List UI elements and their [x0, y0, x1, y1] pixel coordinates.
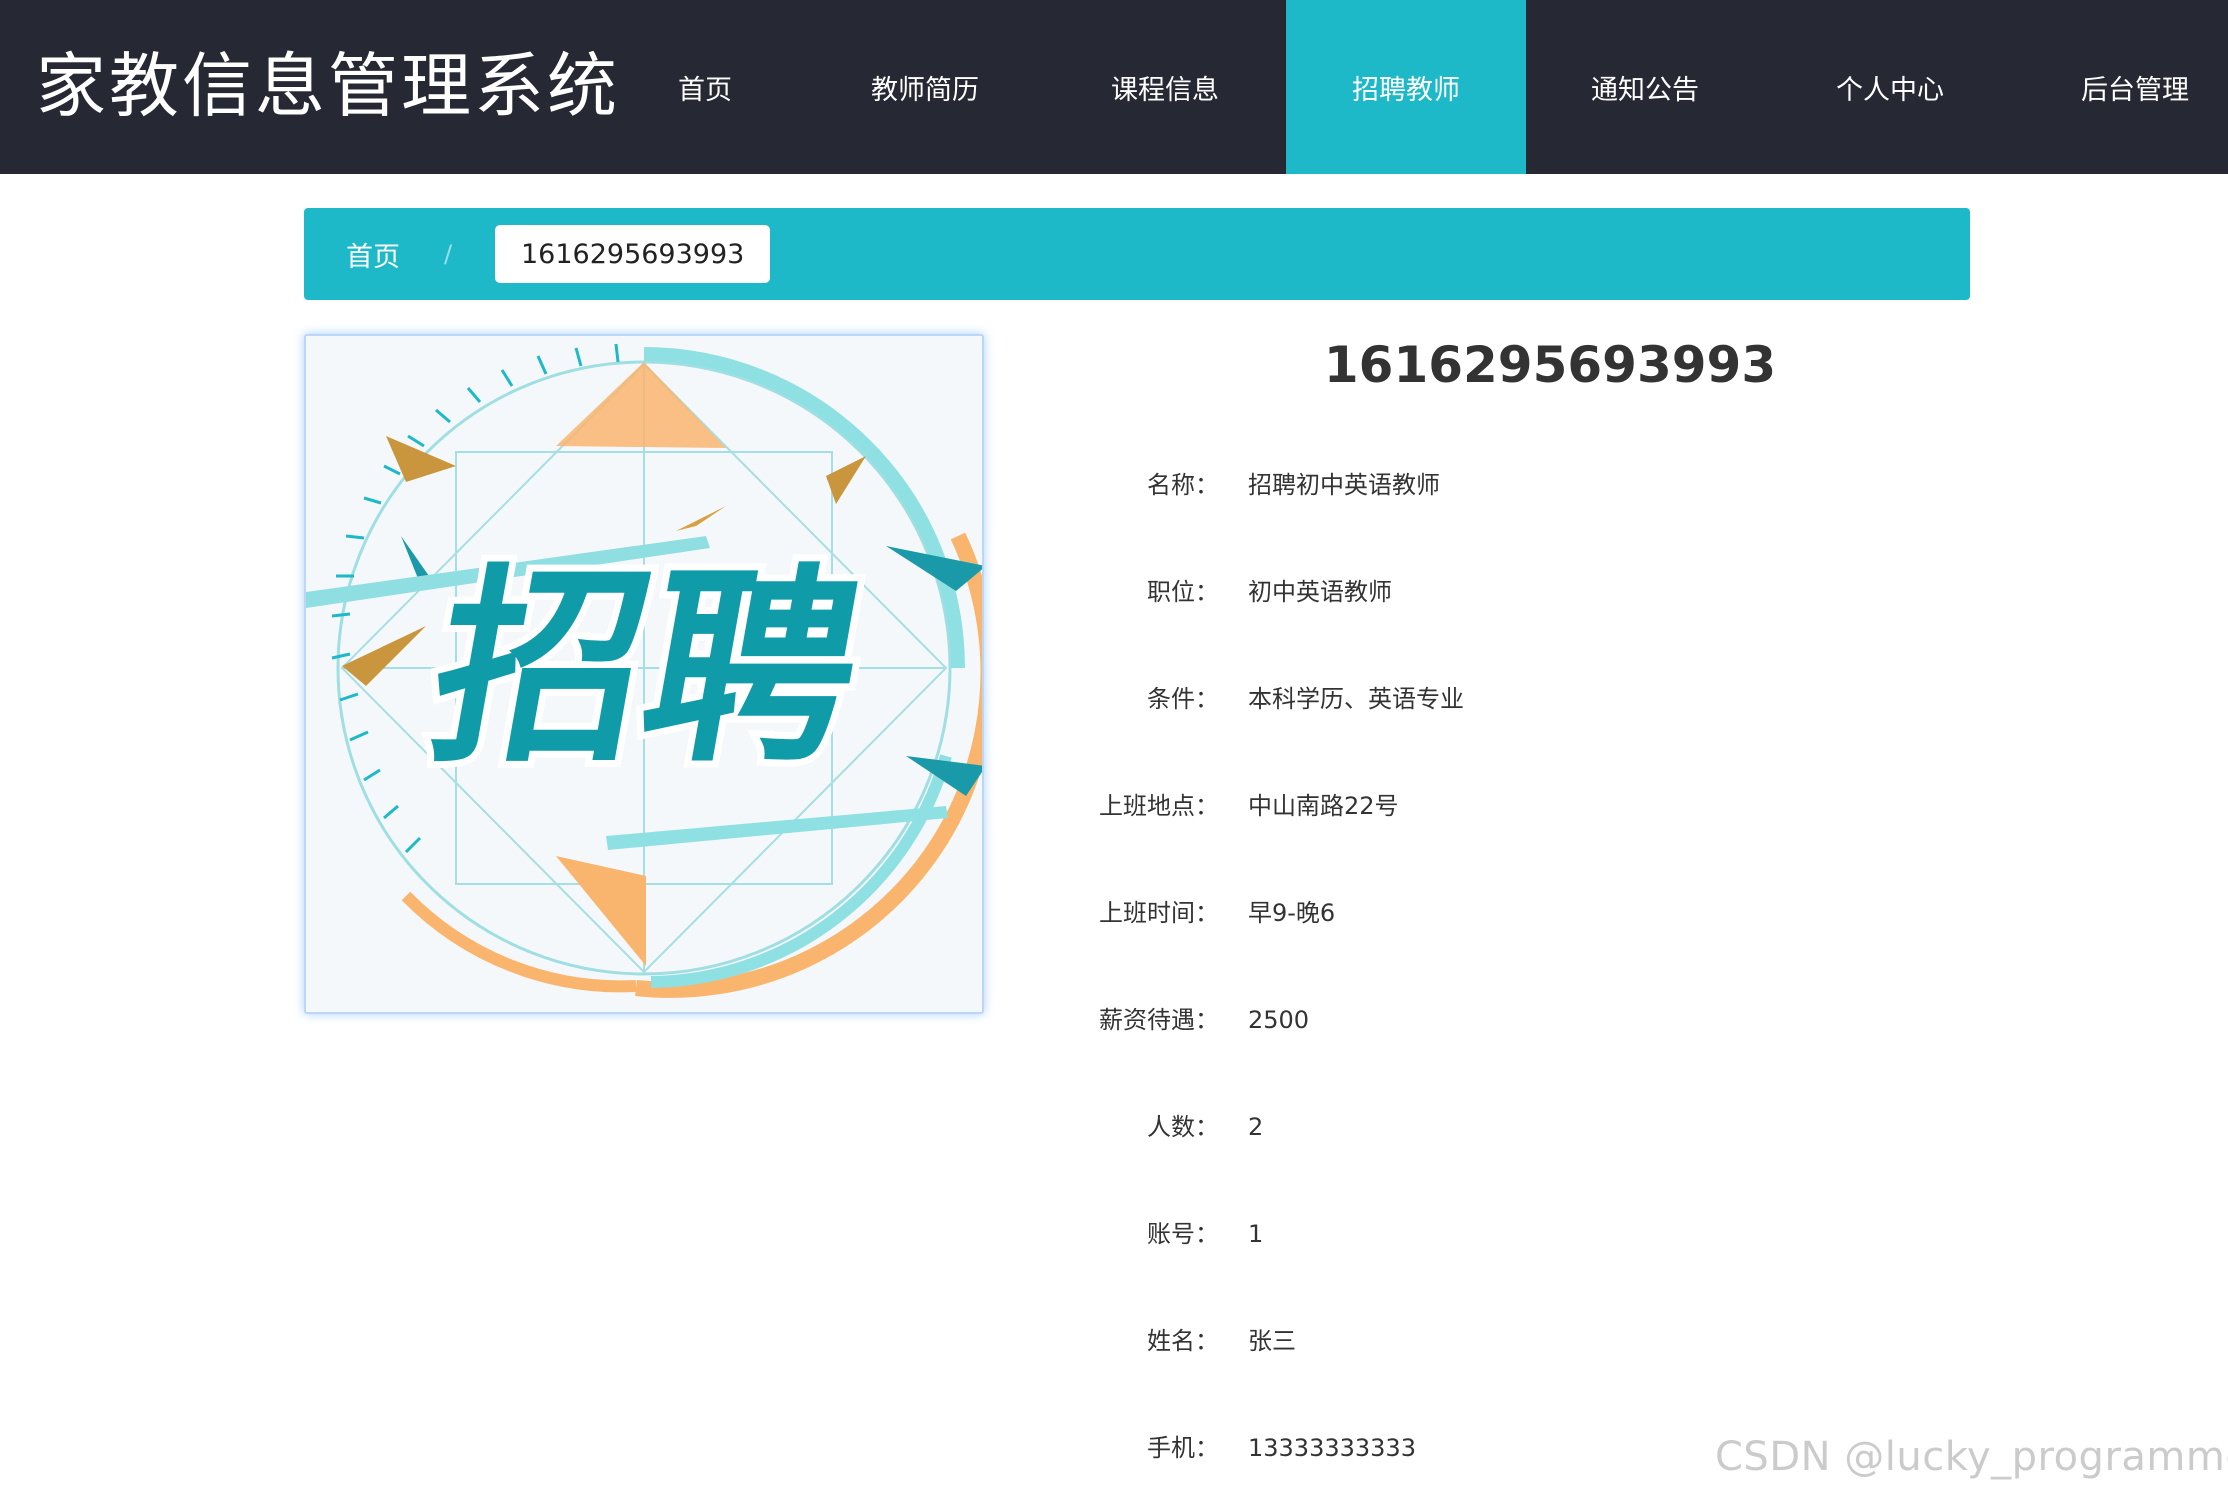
breadcrumb-separator: / — [444, 240, 453, 268]
field-value: 招聘初中英语教师 — [1248, 471, 1440, 499]
nav-item-admin[interactable]: 后台管理 — [2055, 0, 2215, 174]
field-value: 初中英语教师 — [1248, 578, 1392, 606]
field-label: 条件 — [1147, 685, 1195, 713]
field-row-contact-name: 姓名 ： 张三 — [1040, 1321, 1940, 1361]
field-colon: ： — [1195, 471, 1219, 499]
field-value: 张三 — [1248, 1327, 1296, 1355]
field-row-headcount: 人数 ： 2 — [1040, 1107, 1940, 1147]
field-label: 职位 — [1147, 578, 1195, 606]
field-value: 1 — [1248, 1220, 1264, 1248]
site-title: 家教信息管理系统 — [36, 45, 620, 127]
field-colon: ： — [1195, 578, 1219, 606]
breadcrumb: 首页 / 1616295693993 — [304, 208, 1970, 300]
field-row-name: 名称 ： 招聘初中英语教师 — [1040, 465, 1940, 505]
field-value: 13333333333 — [1248, 1434, 1416, 1462]
field-colon: ： — [1195, 1327, 1219, 1355]
field-row-work-location: 上班地点 ： 中山南路22号 — [1040, 786, 1940, 826]
field-label: 手机 — [1147, 1434, 1195, 1462]
field-value: 早9-晚6 — [1248, 899, 1336, 927]
field-label: 薪资待遇 — [1099, 1006, 1195, 1034]
field-label: 上班地点 — [1099, 792, 1195, 820]
top-navbar: 家教信息管理系统 首页 教师简历 课程信息 招聘教师 通知公告 个人中心 后台管… — [0, 0, 2228, 174]
field-row-salary: 薪资待遇 ： 2500 — [1040, 1000, 1940, 1040]
field-row-position: 职位 ： 初中英语教师 — [1040, 572, 1940, 612]
nav-item-recruit-teacher[interactable]: 招聘教师 — [1286, 0, 1526, 174]
nav-item-course-info[interactable]: 课程信息 — [1085, 0, 1245, 174]
field-colon: ： — [1195, 792, 1219, 820]
field-value: 2 — [1248, 1113, 1264, 1141]
nav-item-announcements[interactable]: 通知公告 — [1565, 0, 1725, 174]
recruitment-poster-graphic: 招聘 招聘 — [306, 336, 982, 1012]
field-colon: ： — [1195, 899, 1219, 927]
field-value: 2500 — [1248, 1006, 1310, 1034]
nav-item-personal-center[interactable]: 个人中心 — [1810, 0, 1970, 174]
field-value: 本科学历、英语专业 — [1248, 685, 1464, 713]
field-row-work-hours: 上班时间 ： 早9-晚6 — [1040, 893, 1940, 933]
field-colon: ： — [1195, 685, 1219, 713]
breadcrumb-current: 1616295693993 — [495, 225, 771, 283]
field-colon: ： — [1195, 1220, 1219, 1248]
detail-title: 1616295693993 — [1323, 336, 1777, 394]
field-colon: ： — [1195, 1006, 1219, 1034]
field-label: 上班时间 — [1099, 899, 1195, 927]
nav-item-home[interactable]: 首页 — [640, 0, 770, 174]
field-row-requirements: 条件 ： 本科学历、英语专业 — [1040, 679, 1940, 719]
field-label: 账号 — [1147, 1220, 1195, 1248]
recruitment-poster-image: 招聘 招聘 — [304, 334, 984, 1014]
field-label: 姓名 — [1147, 1327, 1195, 1355]
field-colon: ： — [1195, 1113, 1219, 1141]
field-value: 中山南路22号 — [1248, 792, 1399, 820]
field-colon: ： — [1195, 1434, 1219, 1462]
watermark: CSDN @lucky_programmer — [1715, 1434, 2228, 1480]
field-label: 人数 — [1147, 1113, 1195, 1141]
svg-text:招聘: 招聘 — [416, 547, 879, 791]
breadcrumb-home-link[interactable]: 首页 — [346, 208, 400, 300]
field-label: 名称 — [1147, 471, 1195, 499]
field-row-account: 账号 ： 1 — [1040, 1214, 1940, 1254]
nav-item-teacher-resume[interactable]: 教师简历 — [845, 0, 1005, 174]
